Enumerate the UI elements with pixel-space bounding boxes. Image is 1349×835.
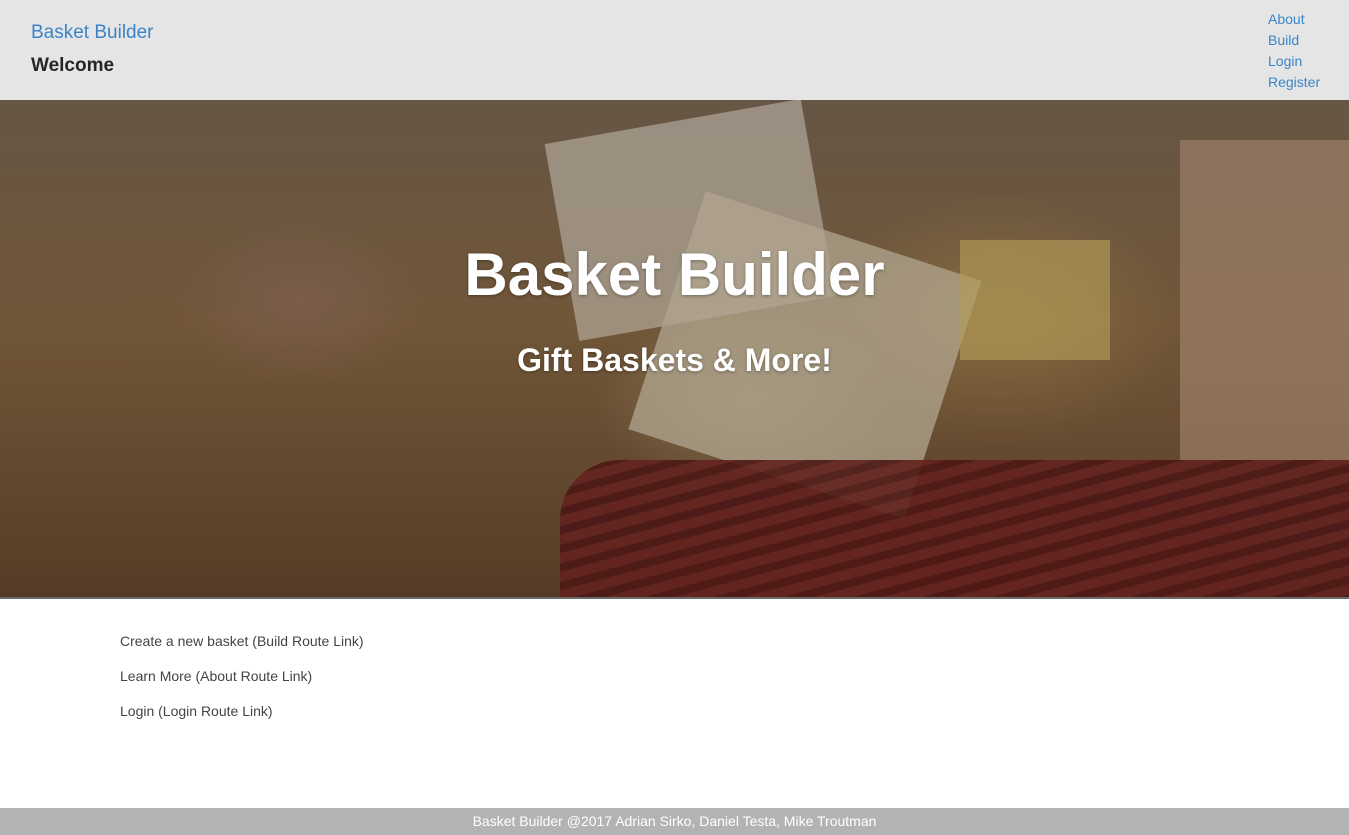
- nav-link-login[interactable]: Login: [1268, 53, 1302, 69]
- brand-link[interactable]: Basket Builder: [31, 22, 154, 44]
- build-route-link[interactable]: Create a new basket (Build Route Link): [120, 633, 364, 649]
- about-route-link[interactable]: Learn More (About Route Link): [120, 668, 312, 684]
- nav-link-register[interactable]: Register: [1268, 74, 1320, 90]
- footer-text: Basket Builder @2017 Adrian Sirko, Danie…: [472, 813, 877, 829]
- login-route-link[interactable]: Login (Login Route Link): [120, 703, 273, 719]
- list-item: Learn More (About Route Link): [120, 668, 364, 703]
- top-bar: Basket Builder Welcome About Build Login…: [0, 0, 1349, 100]
- hero-subtitle: Gift Baskets & More!: [517, 342, 832, 378]
- footer: Basket Builder @2017 Adrian Sirko, Danie…: [0, 808, 1349, 835]
- list-item: Create a new basket (Build Route Link): [120, 633, 364, 668]
- nav-item-about: About: [1268, 11, 1320, 32]
- nav-item-login: Login: [1268, 53, 1320, 74]
- nav-item-register: Register: [1268, 74, 1320, 95]
- nav-link-build[interactable]: Build: [1268, 32, 1299, 48]
- nav-item-build: Build: [1268, 32, 1320, 53]
- page-title: Welcome: [31, 55, 115, 76]
- nav-link-about[interactable]: About: [1268, 11, 1305, 27]
- hero-banner: Basket Builder Gift Baskets & More!: [0, 100, 1349, 599]
- list-item: Login (Login Route Link): [120, 703, 364, 738]
- hero-title: Basket Builder: [464, 241, 885, 308]
- nav-menu: About Build Login Register: [1268, 11, 1320, 95]
- route-links: Create a new basket (Build Route Link) L…: [120, 633, 364, 738]
